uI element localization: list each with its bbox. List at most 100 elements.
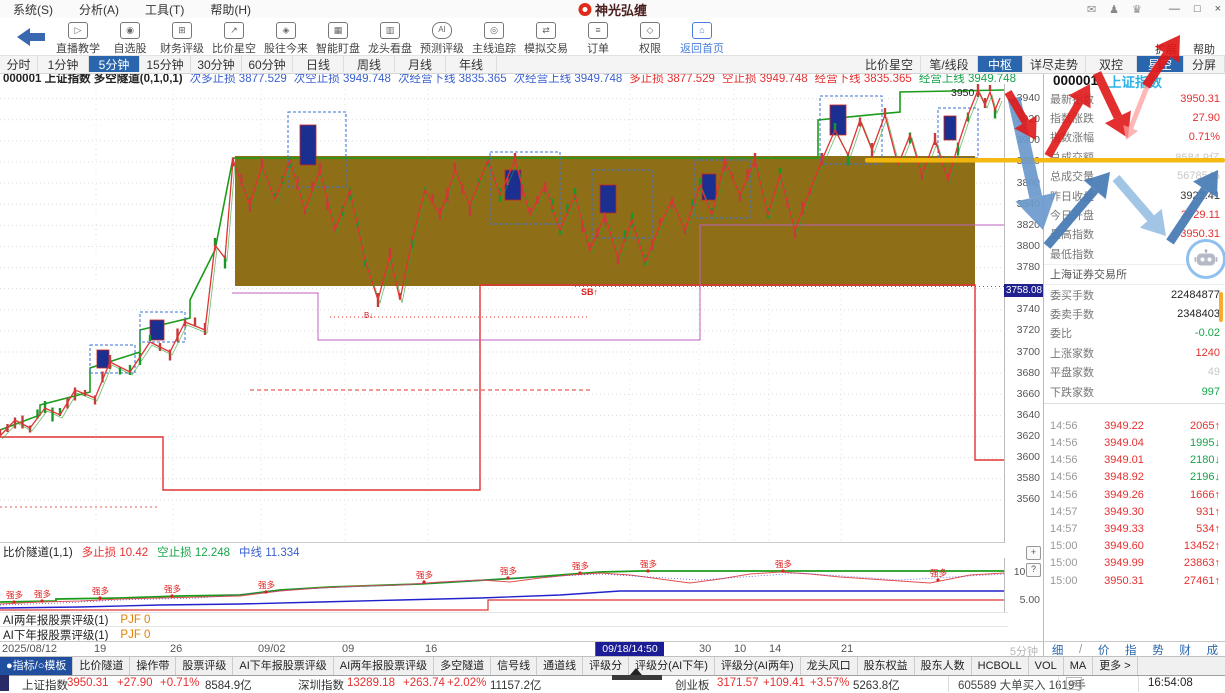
- toolbar-item[interactable]: AI预测评级: [416, 20, 468, 56]
- indicator-tab[interactable]: 信号线: [491, 657, 537, 676]
- leader-board-icon: ▥: [380, 22, 400, 39]
- mail-icon[interactable]: ✉: [1087, 3, 1096, 16]
- date-tick: 26: [170, 643, 182, 655]
- menu-item[interactable]: 帮助(H): [197, 3, 264, 17]
- market-stat: +109.41: [763, 677, 805, 689]
- quote-row-label: 指数涨跌: [1050, 110, 1094, 126]
- y-axis-tick: 3680: [1005, 367, 1040, 380]
- window-controls: — □ ×: [1169, 3, 1221, 15]
- indicator-tab[interactable]: VOL: [1029, 657, 1064, 676]
- mode-tab[interactable]: 比价星空: [858, 56, 921, 72]
- quote-row-label: 总成交量: [1050, 168, 1094, 184]
- indicator-tab[interactable]: 更多 >: [1093, 657, 1137, 676]
- app-title: 神光弘缠: [578, 0, 647, 18]
- indicator-tab[interactable]: 多空隧道: [434, 657, 491, 676]
- toolbar-item[interactable]: ▦智能盯盘: [312, 20, 364, 56]
- main-chart-canvas[interactable]: SB↑B↓3950: [0, 84, 1005, 543]
- tick-list: 14:563949.222065↑14:563949.041995↓14:563…: [1044, 403, 1225, 589]
- svg-text:强多: 强多: [930, 568, 948, 578]
- indicator-tab[interactable]: 股东人数: [915, 657, 972, 676]
- mode-tab[interactable]: 星空: [1137, 56, 1184, 72]
- indicator-tab[interactable]: 龙头风口: [801, 657, 858, 676]
- date-tick: 2025/08/12: [2, 643, 57, 655]
- period-tab[interactable]: 60分钟: [242, 56, 293, 72]
- period-tab[interactable]: 分时: [0, 56, 38, 72]
- period-tab[interactable]: 周线: [344, 56, 395, 72]
- indicator-tab[interactable]: ●指标/○模板: [0, 657, 73, 676]
- toolbar-item[interactable]: ⊞财务评级: [156, 20, 208, 56]
- menu-item[interactable]: 系统(S): [0, 3, 66, 17]
- indicator-tab[interactable]: 比价隧道: [73, 657, 130, 676]
- close-button[interactable]: ×: [1215, 3, 1221, 15]
- indicator-tab[interactable]: 通道线: [537, 657, 583, 676]
- period-tab[interactable]: 日线: [293, 56, 344, 72]
- y-axis-tick: 3940: [1005, 92, 1040, 105]
- menu-item[interactable]: 工具(T): [132, 3, 197, 17]
- mode-tab[interactable]: 中枢: [978, 56, 1023, 72]
- watchlist-icon: ◉: [120, 22, 140, 39]
- quote-row-label: 上涨家数: [1050, 345, 1094, 361]
- quote-row: 下跌家数997: [1044, 382, 1225, 401]
- indicator-tab[interactable]: HCBOLL: [972, 657, 1029, 676]
- vip-icon[interactable]: ♛: [1132, 3, 1142, 16]
- user-icon[interactable]: ♟: [1109, 3, 1119, 16]
- tick-volume: 23863↑: [1162, 557, 1220, 569]
- quote-row: 上涨家数1240: [1044, 343, 1225, 362]
- indicator-tab[interactable]: AI下年报股票评级: [233, 657, 333, 676]
- toolbar-item[interactable]: ◇权限: [624, 20, 676, 56]
- sub-y-axis-tick: 5.00: [1005, 594, 1040, 607]
- minimize-button[interactable]: —: [1169, 3, 1180, 15]
- help-button[interactable]: ?: [1026, 563, 1041, 577]
- mode-tab[interactable]: 详尽走势: [1023, 56, 1086, 72]
- live-broadcast-icon: ▷: [68, 22, 88, 39]
- toolbar-item[interactable]: ↗比价星空: [208, 20, 260, 56]
- toolbar-item-label: 智能盯盘: [316, 40, 360, 56]
- tick-volume: 534↑: [1162, 523, 1220, 535]
- period-tab[interactable]: 15分钟: [140, 56, 191, 72]
- ai-forecast-icon: AI: [432, 22, 452, 39]
- zoom-in-button[interactable]: +: [1026, 546, 1041, 560]
- menu-item[interactable]: 分析(A): [66, 3, 132, 17]
- tick-row: 14:563949.222065↑: [1044, 417, 1225, 434]
- tick-row: 15:003949.9923863↑: [1044, 555, 1225, 572]
- toolbar-item[interactable]: ▷直播教学: [52, 20, 104, 56]
- toolbar-item[interactable]: ◎主线追踪: [468, 20, 520, 56]
- scroll-up-arrow-icon: [630, 668, 642, 675]
- toolbar-item[interactable]: ⇄模拟交易: [520, 20, 572, 56]
- tick-time: 14:56: [1050, 471, 1086, 483]
- toolbar-item[interactable]: ◉自选股: [104, 20, 156, 56]
- indicator-tab[interactable]: 股东权益: [858, 657, 915, 676]
- maximize-button[interactable]: □: [1194, 3, 1201, 15]
- back-button[interactable]: [16, 27, 46, 47]
- svg-text:SB↑: SB↑: [581, 287, 598, 297]
- tab-scrollbar-thumb[interactable]: [612, 668, 662, 680]
- indicator-tab[interactable]: MA: [1064, 657, 1094, 676]
- assistant-robot-button[interactable]: [1186, 239, 1225, 279]
- orders-icon: ≡: [588, 22, 608, 39]
- mode-tab[interactable]: 双控: [1086, 56, 1137, 72]
- toolbar-item-label: 权限: [639, 40, 661, 56]
- indicator-tab[interactable]: 操作带: [130, 657, 176, 676]
- period-tab[interactable]: 月线: [395, 56, 446, 72]
- menu-bar: 系统(S)分析(A)工具(T)帮助(H) 神光弘缠 ✉ ♟ ♛ — □ ×: [0, 0, 1225, 19]
- period-tab[interactable]: 年线: [446, 56, 497, 72]
- status-mail-icon[interactable]: ✉: [1066, 677, 1082, 690]
- toolbar-item[interactable]: ≡订单: [572, 20, 624, 56]
- statusbar-corner: [0, 675, 9, 691]
- period-tab[interactable]: 1分钟: [38, 56, 89, 72]
- mode-tab[interactable]: 分屏: [1184, 56, 1225, 72]
- sub-indicator-field: 中线 11.334: [239, 544, 300, 557]
- toolbar-item[interactable]: ▥龙头看盘: [364, 20, 416, 56]
- sub-chart-canvas[interactable]: 强多强多强多强多强多强多强多强多强多强多强多: [0, 558, 1005, 612]
- period-tab[interactable]: 30分钟: [191, 56, 242, 72]
- indicator-tab[interactable]: AI两年报股票评级: [334, 657, 434, 676]
- svg-text:强多: 强多: [572, 561, 590, 571]
- panel-scroll-marker[interactable]: [1219, 292, 1223, 322]
- period-tab[interactable]: 5分钟: [89, 56, 140, 72]
- toolbar-item[interactable]: ⌂返回首页: [676, 20, 728, 56]
- toolbar-item[interactable]: ◈股往今来: [260, 20, 312, 56]
- tick-row: 14:563948.922196↓: [1044, 469, 1225, 486]
- indicator-tab[interactable]: 股票评级: [176, 657, 233, 676]
- mode-tab[interactable]: 笔/线段: [921, 56, 978, 72]
- indicator-tab[interactable]: 评级分(AI两年): [715, 657, 801, 676]
